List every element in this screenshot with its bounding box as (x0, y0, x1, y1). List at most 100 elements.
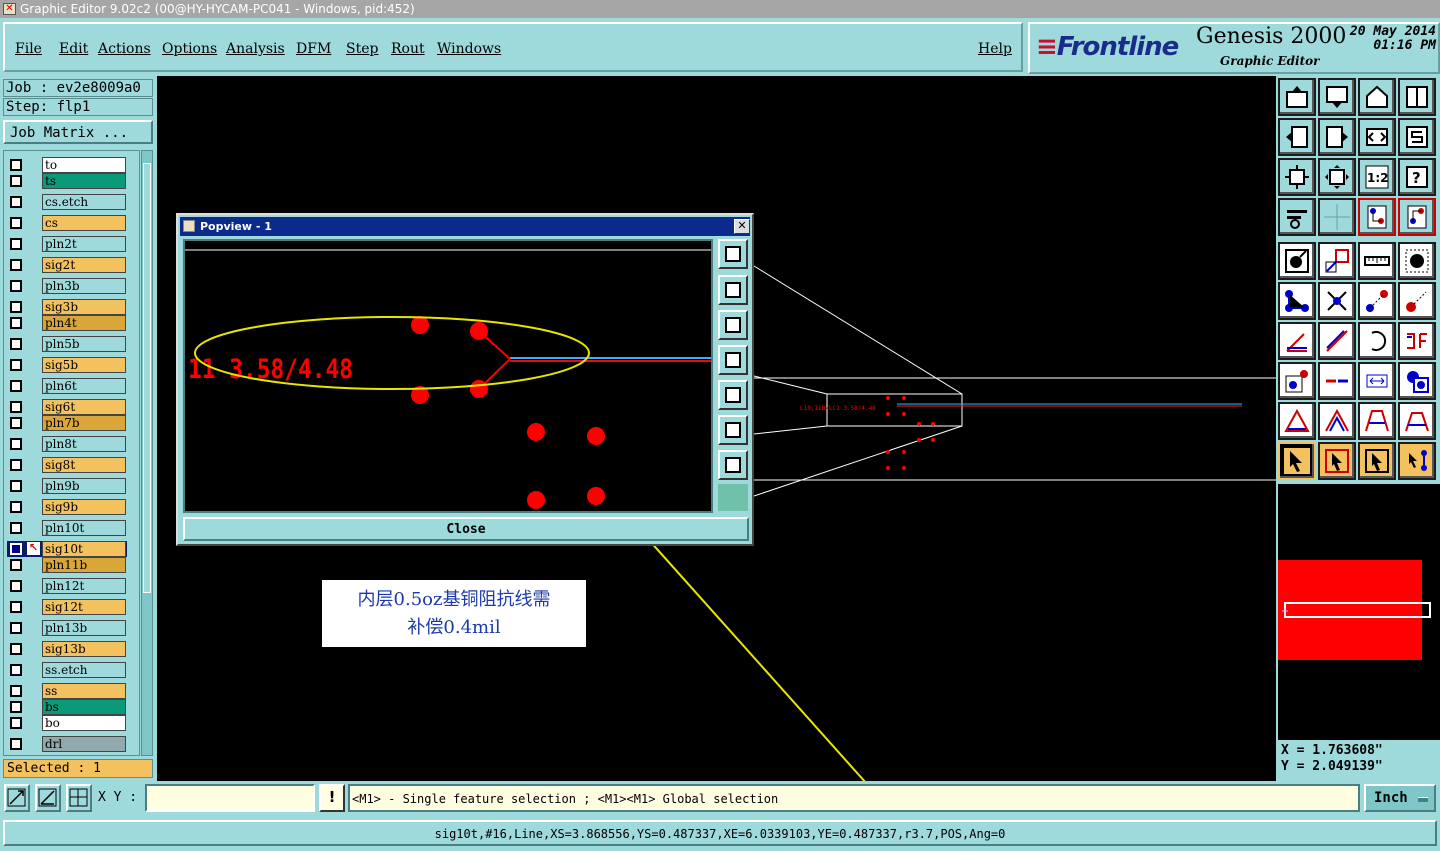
popview-fit-button[interactable] (718, 450, 748, 480)
layer-name[interactable]: pln9b (42, 478, 126, 494)
layer-name[interactable]: cs.etch (42, 194, 126, 210)
warning-button[interactable]: ! (319, 784, 345, 812)
layer-row-sig13b[interactable]: sig13b (7, 641, 127, 657)
layer-row-ts[interactable]: ts (7, 173, 127, 189)
select-area-button[interactable] (1318, 442, 1356, 480)
settings-button[interactable] (1278, 198, 1316, 236)
unit-select[interactable]: Inch (1364, 784, 1436, 812)
layer-name[interactable]: pln4t (42, 315, 126, 331)
layer-name[interactable]: cs (42, 215, 126, 231)
menu-edit[interactable]: Edit (59, 41, 88, 57)
popview-zoom-out-button[interactable] (718, 415, 748, 445)
layer-row-sig12t[interactable]: sig12t (7, 599, 127, 615)
menu-actions[interactable]: Actions (98, 41, 151, 57)
layer-checkbox[interactable] (10, 601, 22, 613)
layer-row-pln3b[interactable]: pln3b (7, 278, 127, 294)
angle-snap-button[interactable] (35, 784, 61, 812)
layer-checkbox[interactable] (10, 701, 22, 713)
window-titlebar[interactable]: ✕ Graphic Editor 9.02c2 (00@HY-HYCAM-PC0… (0, 0, 1440, 18)
layer-checkbox[interactable] (10, 301, 22, 313)
net-highlight-button[interactable] (1398, 198, 1436, 236)
net-select-button[interactable] (1358, 198, 1396, 236)
layer-checkbox[interactable] (10, 685, 22, 697)
layer-row-pln2t[interactable]: pln2t (7, 236, 127, 252)
popview-zoom-in-button[interactable] (718, 239, 748, 269)
menu-dfm[interactable]: DFM (296, 41, 331, 57)
dimension-button[interactable] (1358, 362, 1396, 400)
layer-name[interactable]: pln2t (42, 236, 126, 252)
layer-checkbox[interactable] (10, 738, 22, 750)
layer-name[interactable]: pln8t (42, 436, 126, 452)
add-line-button[interactable] (1318, 242, 1356, 280)
peak-button[interactable] (1318, 402, 1356, 440)
layer-name[interactable]: sig13b (42, 641, 126, 657)
job-matrix-button[interactable]: Job Matrix ... (3, 120, 153, 144)
select-net-button[interactable] (1398, 442, 1436, 480)
layer-checkbox[interactable] (10, 664, 22, 676)
select-pointer-button[interactable] (1278, 442, 1316, 480)
pad-select-button[interactable] (1398, 242, 1436, 280)
layer-row-drl[interactable]: drl (7, 736, 127, 752)
layer-name[interactable]: bo (42, 715, 126, 731)
layer-checkbox[interactable] (10, 259, 22, 271)
layer-checkbox[interactable] (10, 359, 22, 371)
scroll-thumb[interactable] (143, 163, 151, 593)
layer-row-pln6t[interactable]: pln6t (7, 378, 127, 394)
menu-rout[interactable]: Rout (391, 41, 425, 57)
layer-row-pln10t[interactable]: pln10t (7, 520, 127, 536)
layer-row-sig2t[interactable]: sig2t (7, 257, 127, 273)
layer-row-sig9b[interactable]: sig9b (7, 499, 127, 515)
layer-name[interactable]: sig12t (42, 599, 126, 615)
snap-button[interactable] (4, 784, 30, 812)
layer-name[interactable]: bs (42, 699, 126, 715)
line-split-button[interactable] (1318, 362, 1356, 400)
layer-name[interactable]: pln7b (42, 415, 126, 431)
layer-row-sig5b[interactable]: sig5b (7, 357, 127, 373)
layer-row-pln4t[interactable]: pln4t (7, 315, 127, 331)
menu-windows[interactable]: Windows (437, 41, 501, 57)
menu-help[interactable]: Help (978, 41, 1012, 57)
layer-checkbox[interactable] (10, 543, 22, 555)
layer-row-pln11b[interactable]: pln11b (7, 557, 127, 573)
popview-close-button[interactable]: Close (183, 517, 749, 541)
menu-options[interactable]: Options (162, 41, 217, 57)
layer-name[interactable]: pln5b (42, 336, 126, 352)
layer-name[interactable]: sig5b (42, 357, 126, 373)
layer-row-pln9b[interactable]: pln9b (7, 478, 127, 494)
layer-name[interactable]: pln12t (42, 578, 126, 594)
layer-row-sig6t[interactable]: sig6t (7, 399, 127, 415)
home-up-button[interactable] (1278, 78, 1316, 116)
arch-button[interactable] (1398, 402, 1436, 440)
layer-checkbox[interactable] (10, 380, 22, 392)
popview-titlebar[interactable]: Popview - 1 (180, 217, 750, 236)
split-view-button[interactable] (1398, 78, 1436, 116)
layer-row-pln13b[interactable]: pln13b (7, 620, 127, 636)
popview-pan-down-button[interactable] (718, 310, 748, 340)
layer-checkbox[interactable] (10, 459, 22, 471)
layer-checkbox[interactable] (10, 559, 22, 571)
route-button[interactable] (1398, 322, 1436, 360)
triangle-button[interactable] (1278, 402, 1316, 440)
layer-checkbox[interactable] (10, 159, 22, 171)
layer-name[interactable]: sig2t (42, 257, 126, 273)
layer-name[interactable]: pln10t (42, 520, 126, 536)
grid-snap-button[interactable] (66, 784, 92, 812)
layer-checkbox[interactable] (10, 317, 22, 329)
popview-close-icon[interactable]: ✕ (734, 219, 750, 234)
mirror-button[interactable] (1358, 118, 1396, 156)
layer-name[interactable]: pln11b (42, 557, 126, 573)
layer-checkbox[interactable] (10, 480, 22, 492)
layer-checkbox[interactable] (10, 175, 22, 187)
grid-button[interactable] (1318, 198, 1356, 236)
trapezoid-button[interactable] (1358, 402, 1396, 440)
zoom-1to2-button[interactable]: 1:2 (1358, 158, 1396, 196)
layer-row-sig3b[interactable]: sig3b (7, 299, 127, 315)
layer-checkbox[interactable] (10, 717, 22, 729)
pan-right-button[interactable] (1318, 118, 1356, 156)
add-pad-button[interactable] (1278, 242, 1316, 280)
layer-row-pln8t[interactable]: pln8t (7, 436, 127, 452)
layer-checkbox[interactable] (10, 196, 22, 208)
node-button[interactable] (1278, 282, 1316, 320)
group-button[interactable] (1398, 362, 1436, 400)
select-feature-button[interactable] (1358, 442, 1396, 480)
